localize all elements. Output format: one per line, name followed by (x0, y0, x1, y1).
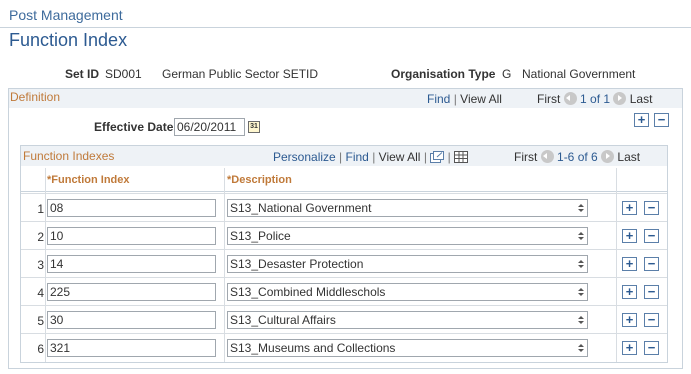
delete-row-button[interactable]: − (644, 257, 659, 271)
row-divider (21, 305, 667, 306)
grid-last-label[interactable]: Last (617, 150, 640, 164)
breadcrumb[interactable]: Post Management (9, 7, 123, 23)
grid-find-link[interactable]: Find (346, 150, 369, 164)
grid-pager: First 1-6 of 6 Last (514, 150, 640, 164)
row-divider (21, 249, 667, 250)
separator: | (372, 150, 376, 164)
header-divider (0, 27, 691, 28)
function-index-input[interactable] (47, 255, 216, 273)
function-index-input[interactable] (47, 283, 216, 301)
row-divider (21, 333, 667, 334)
grid-view-all-link[interactable]: View All (379, 150, 421, 164)
description-select[interactable]: S13_National Government (227, 199, 588, 217)
row-number: 4 (37, 286, 44, 300)
row-number: 2 (37, 230, 44, 244)
select-arrows-icon[interactable] (577, 315, 584, 326)
select-arrows-icon[interactable] (577, 287, 584, 298)
org-type-label: Organisation Type (391, 67, 496, 81)
delete-row-button[interactable]: − (644, 313, 659, 327)
select-arrows-icon[interactable] (577, 259, 584, 270)
add-row-button[interactable]: + (622, 313, 637, 327)
row-number: 6 (37, 342, 44, 356)
org-type-code: G (502, 67, 512, 81)
row-number: 1 (37, 202, 44, 216)
definition-first-label[interactable]: First (537, 92, 560, 106)
set-id-label: Set ID (65, 67, 100, 81)
set-id-description: German Public Sector SETID (162, 67, 319, 81)
add-row-button[interactable]: + (622, 201, 637, 215)
delete-row-button[interactable]: − (644, 341, 659, 355)
function-index-input[interactable] (47, 199, 216, 217)
effective-date-input[interactable] (174, 118, 245, 136)
description-select[interactable]: S13_Police (227, 227, 588, 245)
personalize-link[interactable]: Personalize (273, 150, 336, 164)
row-divider (21, 277, 667, 278)
grid-title: Function Indexes (23, 149, 115, 163)
next-arrow-icon[interactable] (613, 92, 627, 105)
description-value: S13_Desaster Protection (230, 257, 364, 271)
description-value: S13_Museums and Collections (230, 341, 396, 355)
definition-last-label[interactable]: Last (630, 92, 653, 106)
spreadsheet-icon[interactable] (454, 151, 469, 166)
description-value: S13_Police (230, 229, 291, 243)
col-function-index[interactable]: *Function Index (47, 174, 130, 186)
delete-row-button[interactable]: − (644, 201, 659, 215)
prev-arrow-icon[interactable] (563, 92, 577, 105)
select-arrows-icon[interactable] (577, 231, 584, 242)
definition-range: 1 of 1 (580, 92, 611, 106)
grid-first-label[interactable]: First (514, 150, 537, 164)
function-index-input[interactable] (47, 311, 216, 329)
col-description[interactable]: *Description (227, 174, 292, 186)
set-id-value: SD001 (105, 67, 142, 81)
select-arrows-icon[interactable] (577, 203, 584, 214)
row-number: 5 (37, 314, 44, 328)
delete-row-button[interactable]: − (644, 285, 659, 299)
function-index-input[interactable] (47, 339, 216, 357)
description-select[interactable]: S13_Combined Middleschols (227, 283, 588, 301)
add-row-button[interactable]: + (622, 229, 637, 243)
add-row-button[interactable]: + (622, 257, 637, 271)
org-type-description: National Government (522, 67, 636, 81)
function-index-input[interactable] (47, 227, 216, 245)
description-select[interactable]: S13_Cultural Affairs (227, 311, 588, 329)
definition-view-all-link[interactable]: View All (460, 92, 502, 106)
delete-definition-button[interactable]: − (654, 113, 669, 127)
prev-arrow-icon[interactable] (540, 150, 554, 163)
separator: | (447, 150, 451, 164)
description-value: S13_Combined Middleschols (230, 285, 386, 299)
grid-toolbar: Personalize | Find | View All | | (273, 150, 469, 166)
row-number: 3 (37, 258, 44, 272)
row-divider (21, 221, 667, 222)
add-row-button[interactable]: + (622, 341, 637, 355)
description-value: S13_National Government (230, 201, 372, 215)
definition-nav: Find | View All (427, 92, 502, 106)
description-select[interactable]: S13_Desaster Protection (227, 255, 588, 273)
row-divider (21, 193, 667, 194)
grid-range: 1-6 of 6 (557, 150, 598, 164)
page-title: Function Index (9, 30, 128, 50)
calendar-icon[interactable]: 31 (248, 121, 260, 133)
delete-row-button[interactable]: − (644, 229, 659, 243)
definition-title: Definition (10, 90, 61, 104)
separator: | (339, 150, 343, 164)
description-select[interactable]: S13_Museums and Collections (227, 339, 588, 357)
select-arrows-icon[interactable] (577, 343, 584, 354)
separator: | (423, 150, 427, 164)
definition-find-link[interactable]: Find (427, 92, 450, 106)
definition-pager: First 1 of 1 Last (537, 92, 652, 106)
add-row-button[interactable]: + (622, 285, 637, 299)
next-arrow-icon[interactable] (601, 150, 615, 163)
new-window-icon[interactable] (430, 151, 445, 166)
effective-date-label: Effective Date (94, 120, 174, 134)
add-definition-button[interactable]: + (634, 113, 649, 127)
separator: | (453, 92, 457, 106)
description-value: S13_Cultural Affairs (230, 313, 336, 327)
